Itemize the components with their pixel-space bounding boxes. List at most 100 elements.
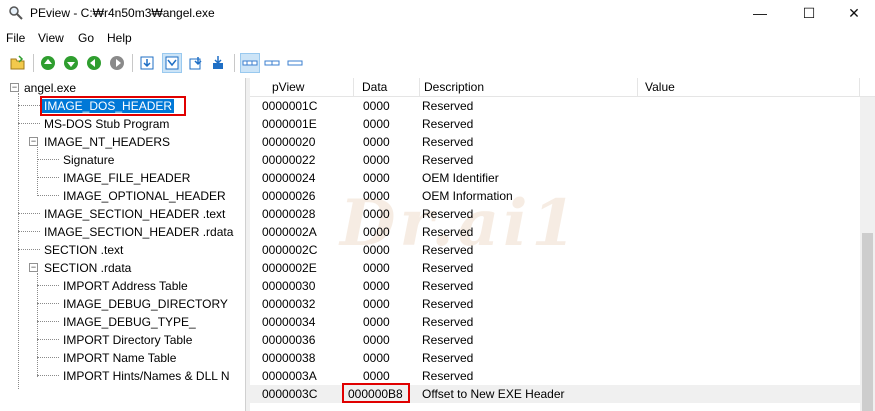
table-row[interactable]: 00000028 0000 Reserved [250,205,860,223]
minimize-button[interactable]: — [737,0,783,26]
maximize-button[interactable]: ☐ [786,0,832,26]
cell-data: 0000 [363,135,390,149]
cell-pview: 0000003A [262,369,317,383]
view-list-button[interactable] [262,53,282,73]
tree-item-image-file-header[interactable]: IMAGE_FILE_HEADER [61,169,192,187]
tree-item-label: IMPORT Name Table [63,351,177,365]
tree-item-label: IMPORT Hints/Names & DLL N [63,369,230,383]
title-bar: PEview - C:₩r4n50m3₩angel.exe — ☐ ✕ [0,0,875,26]
tree-item-image-nt-headers[interactable]: IMAGE_NT_HEADERS [42,133,172,151]
tree-item-label: IMPORT Address Table [63,279,188,293]
table-row[interactable]: 0000001E 0000 Reserved [250,115,860,133]
table-row[interactable]: 0000002C 0000 Reserved [250,241,860,259]
minimize-icon: — [753,5,767,21]
table-row[interactable]: 00000030 0000 Reserved [250,277,860,295]
cell-pview: 00000024 [262,171,316,185]
cell-data: 0000 [363,243,390,257]
menu-go[interactable]: Go [78,31,94,45]
tree-item-ms-dos-stub[interactable]: MS-DOS Stub Program [42,115,171,133]
cell-description: Offset to New EXE Header [422,387,565,401]
table-row[interactable]: 00000032 0000 Reserved [250,295,860,313]
table-row[interactable]: 0000001C 0000 Reserved [250,97,860,115]
cell-data: 0000 [363,279,390,293]
table-row[interactable]: 00000020 0000 Reserved [250,133,860,151]
view-byte-button[interactable] [137,53,157,73]
tree-item-import-name-table[interactable]: IMPORT Name Table [61,349,178,367]
tree-item-label: IMAGE_SECTION_HEADER .text [44,207,226,221]
scrollbar-thumb[interactable] [862,233,873,411]
go-back-button[interactable] [61,53,81,73]
cell-data: 0000 [363,225,390,239]
cell-pview: 00000022 [262,153,316,167]
cell-description: Reserved [422,225,474,239]
close-button[interactable]: ✕ [831,0,875,26]
view-qword-button[interactable] [208,53,228,73]
column-description[interactable]: Description [420,78,638,97]
tree-item-section-header-rdata[interactable]: IMAGE_SECTION_HEADER .rdata [42,223,235,241]
menu-view[interactable]: View [38,31,64,45]
close-icon: ✕ [848,4,860,21]
tree-item-image-optional-header[interactable]: IMAGE_OPTIONAL_HEADER [61,187,228,205]
go-previous-button[interactable] [84,53,104,73]
cell-data: 0000 [363,207,390,221]
cell-pview: 0000002A [262,225,317,239]
go-next-button[interactable] [107,53,127,73]
view-summary-button[interactable] [285,53,305,73]
detail-list[interactable]: Dr.ai1 pView Data Description Value 0000… [250,78,875,411]
cell-pview: 00000030 [262,279,316,293]
cell-description: Reserved [422,117,474,131]
table-row[interactable]: 00000024 0000 OEM Identifier [250,169,860,187]
list-header: pView Data Description Value [250,78,875,97]
cell-pview: 00000038 [262,351,316,365]
menu-file[interactable]: File [6,31,25,45]
tree-item-import-hints-names[interactable]: IMPORT Hints/Names & DLL N [61,367,232,385]
vertical-scrollbar[interactable] [860,97,875,411]
cell-pview: 0000001C [262,99,318,113]
cell-description: OEM Information [422,189,513,203]
view-details-button[interactable] [240,53,260,73]
table-row[interactable]: 00000038 0000 Reserved [250,349,860,367]
tree-item-label: IMAGE_NT_HEADERS [44,135,171,149]
cell-pview: 0000003C [262,387,318,401]
tree-item-section-text[interactable]: SECTION .text [42,241,125,259]
table-row[interactable]: 0000002A 0000 Reserved [250,223,860,241]
tree-item-section-rdata[interactable]: SECTION .rdata [42,259,133,277]
tree-item-debug-directory[interactable]: IMAGE_DEBUG_DIRECTORY [61,295,230,313]
cell-data: 0000 [363,99,390,113]
tree-root[interactable]: angel.exe [22,79,78,97]
table-row[interactable]: 00000034 0000 Reserved [250,313,860,331]
cell-description: OEM Identifier [422,171,499,185]
column-data[interactable]: Data [354,78,420,97]
tree-collapse-icon[interactable]: − [10,83,19,92]
open-button[interactable] [8,53,28,73]
go-back-icon [64,56,78,70]
table-row[interactable]: 00000026 0000 OEM Information [250,187,860,205]
tree-collapse-icon[interactable]: − [29,137,38,146]
tree-item-label: SECTION .rdata [44,261,132,275]
tree-item-section-header-text[interactable]: IMAGE_SECTION_HEADER .text [42,205,227,223]
tree-item-import-directory-table[interactable]: IMPORT Directory Table [61,331,194,349]
go-first-button[interactable] [38,53,58,73]
column-pview[interactable]: pView [250,78,354,97]
tree-item-signature[interactable]: Signature [61,151,116,169]
go-forward-icon [87,56,101,70]
cell-pview: 00000034 [262,315,316,329]
tree-item-import-address-table[interactable]: IMPORT Address Table [61,277,190,295]
tree-collapse-icon[interactable]: − [29,263,38,272]
column-value[interactable]: Value [638,78,860,97]
cell-description: Reserved [422,243,474,257]
table-row[interactable]: 00000022 0000 Reserved [250,151,860,169]
go-last-icon [110,56,124,70]
tree-item-label: IMAGE_FILE_HEADER [63,171,191,185]
cell-description: Reserved [422,369,474,383]
section-tree[interactable]: − angel.exe IMAGE_DOS_HEADER MS-DOS Stub… [2,78,246,411]
table-row[interactable]: 0000002E 0000 Reserved [250,259,860,277]
view-word-button[interactable] [162,53,182,73]
tree-item-debug-type[interactable]: IMAGE_DEBUG_TYPE_ [61,313,198,331]
cell-data: 0000 [363,351,390,365]
magnifier-icon [9,6,23,20]
view-dword-button[interactable] [186,53,206,73]
table-row[interactable]: 00000036 0000 Reserved [250,331,860,349]
view-summary-icon [287,60,303,66]
menu-help[interactable]: Help [107,31,132,45]
